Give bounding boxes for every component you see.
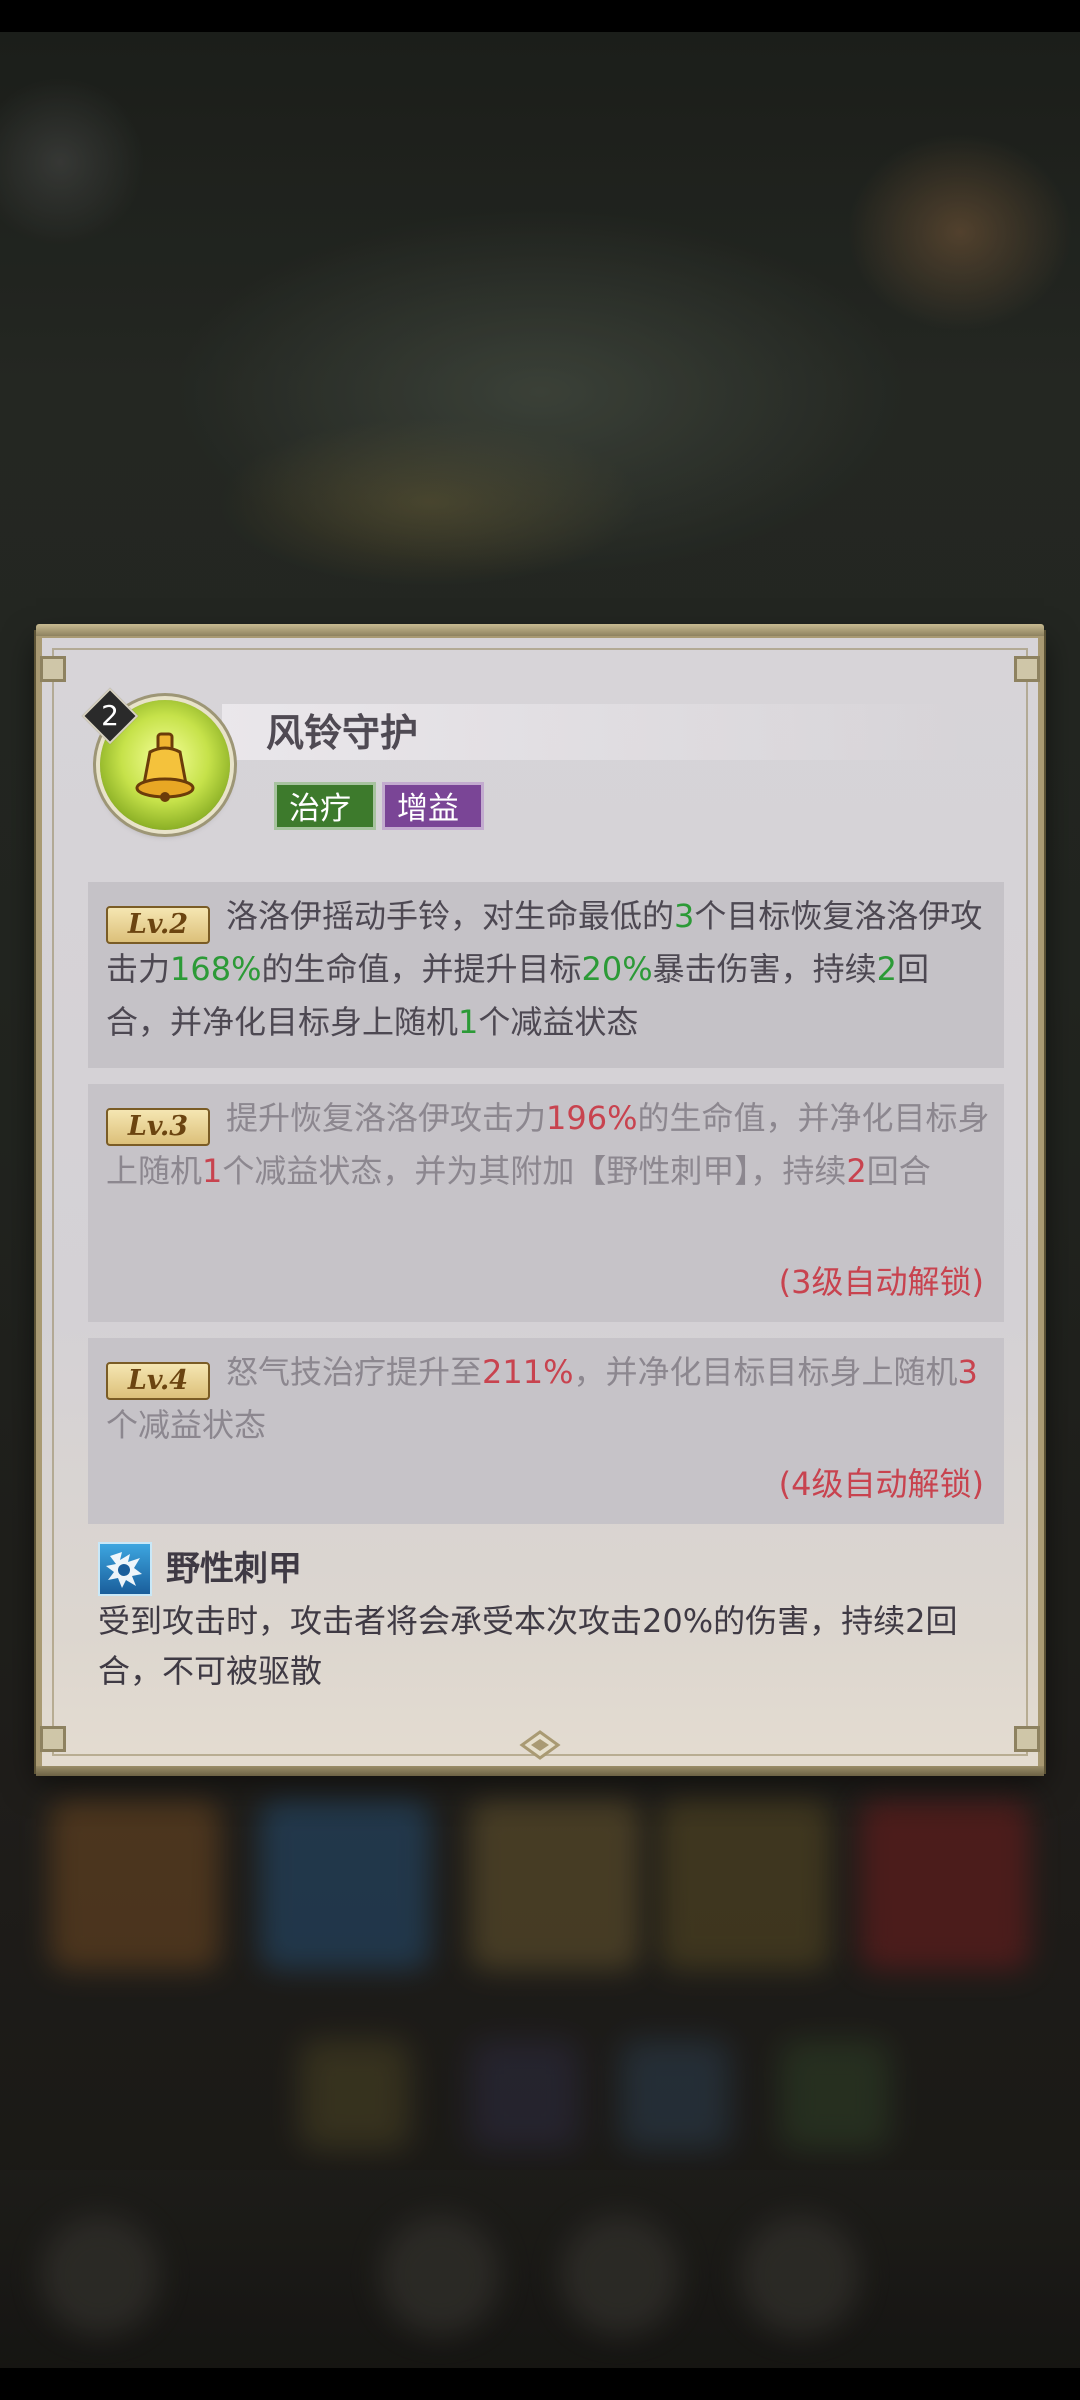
highlight-value: 196% <box>546 1099 638 1137</box>
skill-level-number: 2 <box>101 699 119 732</box>
status-effect-name: 野性刺甲 <box>166 1549 302 1589</box>
corner-ornament-icon <box>40 656 66 682</box>
description-text: ，并净化目标目标身上随机 <box>573 1353 958 1391</box>
corner-ornament-icon <box>40 1726 66 1752</box>
description-text: 的生命值，并提升目标 <box>261 950 582 988</box>
highlight-value: 1 <box>202 1152 223 1190</box>
level-2-block: Lv.2 洛洛伊摇动手铃，对生命最低的3个目标恢复洛洛伊攻击力168%的生命值，… <box>88 882 1004 1068</box>
spiked-armor-icon <box>98 1542 152 1596</box>
highlight-value: 3 <box>674 897 695 935</box>
highlight-value: 20% <box>581 950 653 988</box>
corner-ornament-icon <box>1014 1726 1040 1752</box>
highlight-value: 1 <box>458 1003 479 1041</box>
highlight-value: 211% <box>482 1353 574 1391</box>
highlight-value: 3 <box>957 1353 978 1391</box>
skill-detail-panel: 2 风铃守护 治疗 增益 Lv.2 洛洛伊摇动手铃，对生命最低的3个目标恢复洛洛… <box>36 624 1044 1776</box>
description-text: 个减益状态，并为其附加【野性刺甲】，持续 <box>222 1152 847 1190</box>
tag-buff: 增益 <box>382 782 484 830</box>
description-text: 暴击伤害，持续 <box>652 950 877 988</box>
highlight-value: 168% <box>170 950 262 988</box>
description-text: 怒气技治疗提升至 <box>226 1353 483 1391</box>
level-4-block: Lv.4 怒气技治疗提升至211%，并净化目标目标身上随机3个减益状态 (4级自… <box>88 1338 1004 1524</box>
panel-top-trim <box>36 624 1044 636</box>
corner-ornament-icon <box>1014 656 1040 682</box>
status-effect-description: 受到攻击时，攻击者将会承受本次攻击20%的伤害，持续2回合，不可被驱散 <box>98 1602 958 1690</box>
unlock-note: (3级自动解锁) <box>778 1263 984 1301</box>
description-text: 个减益状态 <box>478 1003 639 1041</box>
description-text: 提升恢复洛洛伊攻击力 <box>226 1099 547 1137</box>
skill-name: 风铃守护 <box>266 711 419 755</box>
level-4-description: 怒气技治疗提升至211%，并净化目标目标身上随机3 个减益状态 <box>106 1346 990 1452</box>
level-2-description: 洛洛伊摇动手铃，对生命最低的3个目标恢复洛洛伊攻击力168%的生命值，并提升目标… <box>106 890 990 1049</box>
level-3-description: 提升恢复洛洛伊攻击力196%的生命值，并净化目标身上随机1个减益状态，并为其附加… <box>106 1092 990 1198</box>
description-text: 洛洛伊摇动手铃，对生命最低的 <box>226 897 675 935</box>
highlight-value: 2 <box>876 950 898 988</box>
bottom-ornament-icon <box>519 1730 561 1760</box>
level-3-block: Lv.3 提升恢复洛洛伊攻击力196%的生命值，并净化目标身上随机1个减益状态，… <box>88 1084 1004 1322</box>
unlock-note: (4级自动解锁) <box>778 1465 984 1503</box>
tag-heal: 治疗 <box>274 782 376 830</box>
highlight-value: 2 <box>846 1152 867 1190</box>
description-text: 个减益状态 <box>106 1406 267 1444</box>
description-text: 回合 <box>866 1152 931 1190</box>
panel-bottom-trim <box>36 1766 1044 1776</box>
